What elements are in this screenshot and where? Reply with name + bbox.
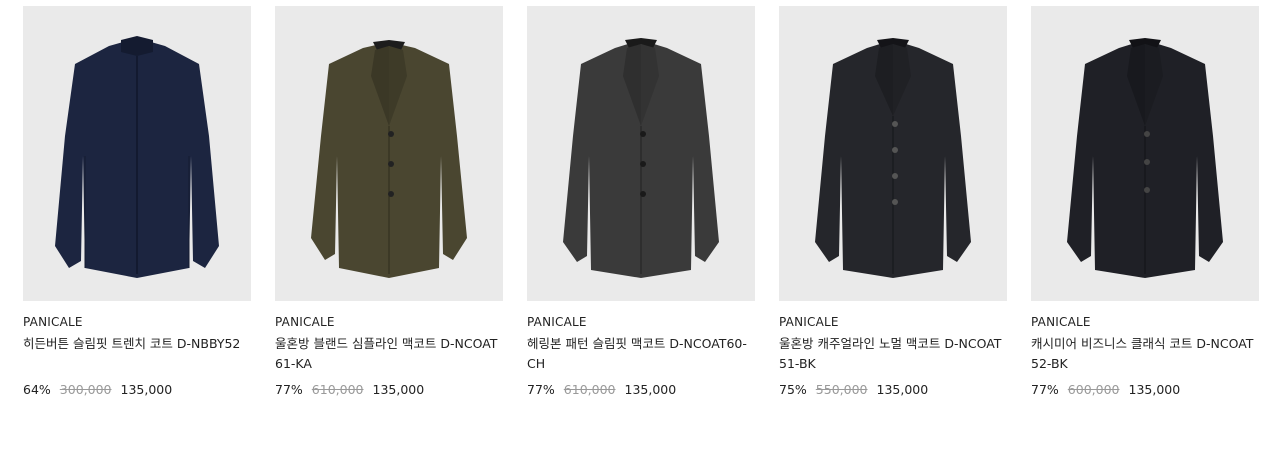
discount-rate: 75% (779, 382, 807, 397)
product-brand: PANICALE (1031, 315, 1091, 329)
product-name[interactable]: 캐시미어 비즈니스 클래식 코트 D-NCOAT52-BK (1031, 334, 1259, 374)
discount-rate: 77% (275, 382, 303, 397)
coat-image-icon (563, 38, 719, 278)
product-price: 77% 610,000 135,000 (275, 382, 433, 397)
sale-price: 135,000 (1128, 382, 1181, 397)
product-price: 77% 600,000 135,000 (1031, 382, 1189, 397)
product-name[interactable]: 울혼방 캐주얼라인 노멀 맥코트 D-NCOAT51-BK (779, 334, 1007, 374)
original-price: 300,000 (59, 382, 112, 397)
discount-rate: 77% (1031, 382, 1059, 397)
product-name[interactable]: 헤링본 패턴 슬림핏 맥코트 D-NCOAT60-CH (527, 334, 755, 374)
product-grid: PANICALE 히든버튼 슬림핏 트렌치 코트 D-NBBY52 64% 300… (0, 0, 1273, 451)
product-price: 75% 550,000 135,000 (779, 382, 937, 397)
product-image[interactable] (779, 6, 1007, 301)
original-price: 600,000 (1067, 382, 1120, 397)
product-image[interactable] (23, 6, 251, 301)
product-name[interactable]: 히든버튼 슬림핏 트렌치 코트 D-NBBY52 (23, 334, 251, 354)
original-price: 550,000 (815, 382, 868, 397)
product-image[interactable] (275, 6, 503, 301)
product-brand: PANICALE (779, 315, 839, 329)
product-image[interactable] (1031, 6, 1259, 301)
coat-image-icon (55, 36, 219, 278)
coat-image-icon (1067, 38, 1223, 278)
product-brand: PANICALE (527, 315, 587, 329)
product-price: 64% 300,000 135,000 (23, 382, 181, 397)
product-name[interactable]: 울혼방 블랜드 심플라인 맥코트 D-NCOAT61-KA (275, 334, 503, 374)
original-price: 610,000 (563, 382, 616, 397)
product-image[interactable] (527, 6, 755, 301)
product-brand: PANICALE (23, 315, 83, 329)
coat-image-icon (815, 38, 971, 278)
coat-image-icon (311, 40, 467, 278)
product-price: 77% 610,000 135,000 (527, 382, 685, 397)
sale-price: 135,000 (372, 382, 425, 397)
discount-rate: 64% (23, 382, 51, 397)
product-brand: PANICALE (275, 315, 335, 329)
original-price: 610,000 (311, 382, 364, 397)
sale-price: 135,000 (624, 382, 677, 397)
sale-price: 135,000 (876, 382, 929, 397)
discount-rate: 77% (527, 382, 555, 397)
sale-price: 135,000 (120, 382, 173, 397)
